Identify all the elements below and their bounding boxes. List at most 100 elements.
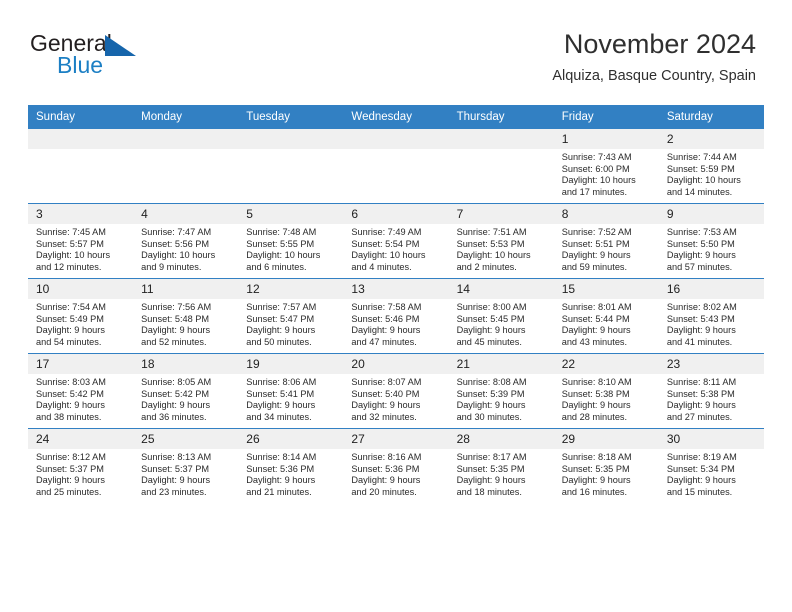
daylight-text-line1: Daylight: 9 hours bbox=[666, 325, 736, 336]
sunset-text: Sunset: 5:34 PM bbox=[666, 463, 735, 474]
sunrise-text: Sunrise: 8:11 AM bbox=[666, 377, 737, 387]
sunrise-text: Sunrise: 7:48 AM bbox=[246, 227, 317, 237]
daylight-text-line1: Daylight: 9 hours bbox=[246, 325, 316, 336]
day-number: 1 bbox=[553, 129, 659, 149]
title-block: November 2024 Alquiza, Basque Country, S… bbox=[552, 28, 756, 86]
sunrise-text: Sunrise: 8:07 AM bbox=[351, 377, 422, 387]
daylight-text-line2: and 43 minutes. bbox=[561, 336, 628, 347]
sunrise-text: Sunrise: 8:17 AM bbox=[456, 452, 527, 462]
calendar-day-cell[interactable]: 16 Sunrise: 8:02 AM Sunset: 5:43 PM Dayligh… bbox=[658, 278, 764, 354]
calendar-day-cell[interactable]: 23 Sunrise: 8:11 AM Sunset: 5:38 PM Dayligh… bbox=[658, 353, 764, 429]
location-subtitle: Alquiza, Basque Country, Spain bbox=[552, 68, 756, 84]
day-sun-info: Sunrise: 7:45 AM Sunset: 5:57 PM Daylight:… bbox=[28, 224, 133, 273]
day-sun-info: Sunrise: 8:13 AM Sunset: 5:37 PM Daylight:… bbox=[133, 449, 238, 498]
day-sun-info: Sunrise: 8:03 AM Sunset: 5:42 PM Daylight:… bbox=[28, 374, 133, 423]
daylight-text-line1: Daylight: 10 hours bbox=[36, 250, 111, 261]
daylight-text-line1: Daylight: 10 hours bbox=[351, 250, 426, 261]
sunset-text: Sunset: 5:59 PM bbox=[666, 163, 735, 174]
daylight-text-line2: and 32 minutes. bbox=[351, 411, 417, 422]
day-number: 19 bbox=[238, 354, 344, 374]
calendar-day-cell[interactable]: 13 Sunrise: 7:58 AM Sunset: 5:46 PM Dayligh… bbox=[343, 278, 449, 354]
daylight-text-line1: Daylight: 9 hours bbox=[666, 400, 736, 411]
calendar-day-cell[interactable]: 12 Sunrise: 7:57 AM Sunset: 5:47 PM Dayligh… bbox=[238, 278, 344, 354]
day-number bbox=[133, 129, 239, 149]
day-number: 16 bbox=[658, 279, 764, 299]
daylight-text-line1: Daylight: 9 hours bbox=[666, 475, 736, 486]
calendar-day-cell[interactable]: 7 Sunrise: 7:51 AM Sunset: 5:53 PM Daylight… bbox=[448, 203, 554, 279]
calendar-day-cell[interactable]: 15 Sunrise: 8:01 AM Sunset: 5:44 PM Dayligh… bbox=[553, 278, 659, 354]
sunrise-text: Sunrise: 8:06 AM bbox=[246, 377, 317, 387]
calendar-day-cell[interactable]: 3 Sunrise: 7:45 AM Sunset: 5:57 PM Daylight… bbox=[28, 203, 134, 279]
calendar-day-cell[interactable]: 25 Sunrise: 8:13 AM Sunset: 5:37 PM Dayligh… bbox=[133, 428, 239, 503]
day-number: 30 bbox=[658, 429, 764, 449]
sunset-text: Sunset: 5:39 PM bbox=[456, 388, 525, 399]
day-sun-info: Sunrise: 7:52 AM Sunset: 5:51 PM Daylight:… bbox=[554, 224, 659, 273]
daylight-text-line2: and 45 minutes. bbox=[456, 336, 522, 347]
sunrise-text: Sunrise: 8:10 AM bbox=[561, 377, 632, 387]
daylight-text-line2: and 28 minutes. bbox=[561, 411, 628, 422]
calendar-day-cell[interactable]: 2 Sunrise: 7:44 AM Sunset: 5:59 PM Daylight… bbox=[658, 128, 764, 204]
sunset-text: Sunset: 5:55 PM bbox=[246, 238, 315, 249]
daylight-text-line1: Daylight: 9 hours bbox=[351, 400, 421, 411]
weekday-header-saturday: Saturday bbox=[658, 105, 764, 129]
daylight-text-line2: and 25 minutes. bbox=[36, 486, 102, 497]
general-blue-logo[interactable]: General Blue bbox=[30, 30, 160, 82]
day-number: 28 bbox=[448, 429, 554, 449]
daylight-text-line2: and 23 minutes. bbox=[141, 486, 207, 497]
daylight-text-line2: and 52 minutes. bbox=[141, 336, 207, 347]
calendar-day-cell[interactable]: 14 Sunrise: 8:00 AM Sunset: 5:45 PM Dayligh… bbox=[448, 278, 554, 354]
calendar-day-cell[interactable]: 24 Sunrise: 8:12 AM Sunset: 5:37 PM Dayligh… bbox=[28, 428, 134, 503]
daylight-text-line2: and 16 minutes. bbox=[561, 486, 628, 497]
sunrise-text: Sunrise: 7:53 AM bbox=[666, 227, 737, 237]
daylight-text-line2: and 9 minutes. bbox=[141, 261, 202, 272]
day-number: 4 bbox=[133, 204, 239, 224]
calendar-day-cell[interactable]: 21 Sunrise: 8:08 AM Sunset: 5:39 PM Dayligh… bbox=[448, 353, 554, 429]
day-number: 9 bbox=[658, 204, 764, 224]
day-number: 23 bbox=[658, 354, 764, 374]
calendar-day-cell[interactable]: 20 Sunrise: 8:07 AM Sunset: 5:40 PM Dayligh… bbox=[343, 353, 449, 429]
daylight-text-line2: and 2 minutes. bbox=[456, 261, 517, 272]
sunset-text: Sunset: 5:43 PM bbox=[666, 313, 735, 324]
calendar-day-cell[interactable]: 27 Sunrise: 8:16 AM Sunset: 5:36 PM Dayligh… bbox=[343, 428, 449, 503]
day-number: 29 bbox=[553, 429, 659, 449]
weekday-header-tuesday: Tuesday bbox=[238, 105, 344, 129]
calendar-day-cell[interactable]: 17 Sunrise: 8:03 AM Sunset: 5:42 PM Dayligh… bbox=[28, 353, 134, 429]
day-number: 12 bbox=[238, 279, 344, 299]
calendar-week-row: 1 Sunrise: 7:43 AM Sunset: 6:00 PM Daylight… bbox=[28, 128, 764, 204]
calendar-day-cell[interactable]: 22 Sunrise: 8:10 AM Sunset: 5:38 PM Dayligh… bbox=[553, 353, 659, 429]
calendar-day-cell[interactable]: 26 Sunrise: 8:14 AM Sunset: 5:36 PM Dayligh… bbox=[238, 428, 344, 503]
day-sun-info: Sunrise: 8:11 AM Sunset: 5:38 PM Daylight:… bbox=[659, 374, 764, 423]
calendar-day-cell[interactable]: 1 Sunrise: 7:43 AM Sunset: 6:00 PM Daylight… bbox=[553, 128, 659, 204]
daylight-text-line1: Daylight: 9 hours bbox=[141, 325, 211, 336]
day-number: 21 bbox=[448, 354, 554, 374]
calendar-day-cell[interactable]: 10 Sunrise: 7:54 AM Sunset: 5:49 PM Dayligh… bbox=[28, 278, 134, 354]
sunset-text: Sunset: 5:35 PM bbox=[561, 463, 630, 474]
calendar-day-cell[interactable]: 11 Sunrise: 7:56 AM Sunset: 5:48 PM Dayligh… bbox=[133, 278, 239, 354]
page-header: General Blue November 2024 Alquiza, Basq… bbox=[0, 0, 792, 84]
day-sun-info: Sunrise: 8:18 AM Sunset: 5:35 PM Daylight:… bbox=[554, 449, 659, 498]
sunset-text: Sunset: 5:36 PM bbox=[246, 463, 315, 474]
sunset-text: Sunset: 5:54 PM bbox=[351, 238, 420, 249]
day-sun-info: Sunrise: 8:12 AM Sunset: 5:37 PM Daylight:… bbox=[28, 449, 133, 498]
day-number: 20 bbox=[343, 354, 449, 374]
sunrise-text: Sunrise: 7:56 AM bbox=[141, 302, 212, 312]
calendar-day-cell[interactable]: 29 Sunrise: 8:18 AM Sunset: 5:35 PM Dayligh… bbox=[553, 428, 659, 503]
daylight-text-line2: and 20 minutes. bbox=[351, 486, 417, 497]
day-number: 17 bbox=[28, 354, 134, 374]
sunset-text: Sunset: 5:47 PM bbox=[246, 313, 315, 324]
calendar-day-cell[interactable]: 9 Sunrise: 7:53 AM Sunset: 5:50 PM Daylight… bbox=[658, 203, 764, 279]
calendar-day-cell[interactable]: 30 Sunrise: 8:19 AM Sunset: 5:34 PM Dayligh… bbox=[658, 428, 764, 503]
sunrise-text: Sunrise: 7:47 AM bbox=[141, 227, 212, 237]
calendar-day-cell[interactable]: 19 Sunrise: 8:06 AM Sunset: 5:41 PM Dayligh… bbox=[238, 353, 344, 429]
calendar-day-cell[interactable]: 6 Sunrise: 7:49 AM Sunset: 5:54 PM Daylight… bbox=[343, 203, 449, 279]
calendar-day-cell[interactable]: 4 Sunrise: 7:47 AM Sunset: 5:56 PM Daylight… bbox=[133, 203, 239, 279]
calendar-day-cell[interactable]: 28 Sunrise: 8:17 AM Sunset: 5:35 PM Dayligh… bbox=[448, 428, 554, 503]
calendar-day-cell[interactable]: 18 Sunrise: 8:05 AM Sunset: 5:42 PM Dayligh… bbox=[133, 353, 239, 429]
calendar-page: General Blue November 2024 Alquiza, Basq… bbox=[0, 0, 792, 612]
calendar-day-cell[interactable]: 8 Sunrise: 7:52 AM Sunset: 5:51 PM Daylight… bbox=[553, 203, 659, 279]
day-sun-info: Sunrise: 8:16 AM Sunset: 5:36 PM Daylight:… bbox=[343, 449, 448, 498]
day-number: 11 bbox=[133, 279, 239, 299]
daylight-text-line2: and 47 minutes. bbox=[351, 336, 417, 347]
calendar-day-cell[interactable]: 5 Sunrise: 7:48 AM Sunset: 5:55 PM Daylight… bbox=[238, 203, 344, 279]
daylight-text-line2: and 17 minutes. bbox=[561, 186, 628, 197]
